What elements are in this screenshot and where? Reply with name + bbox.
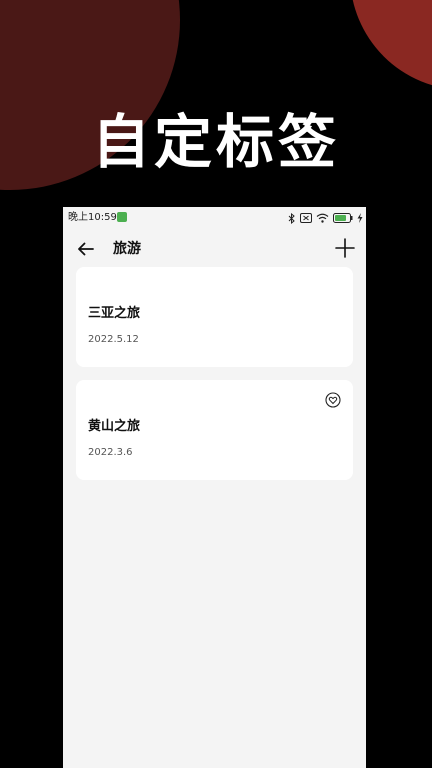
navigation-bar: 旅游 [63, 229, 366, 269]
add-plus-icon[interactable] [334, 237, 356, 259]
list-item[interactable]: 黄山之旅 2022.3.6 [76, 380, 353, 480]
promo-headline: 自定标签 [91, 108, 340, 176]
page-title: 旅游 [113, 241, 141, 257]
heart-icon[interactable] [325, 392, 341, 408]
phone-screen: 晚上10:59 旅游 三亚之旅 2022.5.12 黄山之旅 2022.3.6 [63, 207, 366, 768]
card-date: 2022.3.6 [88, 447, 133, 458]
card-date: 2022.5.12 [88, 334, 139, 345]
status-icons [288, 211, 363, 225]
app-notification-icon [117, 212, 127, 222]
promo-page: 自定标签 晚上10:59 旅游 三亚之旅 2022.5.12 黄山之旅 2022… [0, 0, 432, 768]
charging-icon [357, 213, 363, 223]
battery-icon [333, 213, 353, 223]
card-title: 黄山之旅 [88, 419, 141, 434]
bluetooth-icon [288, 212, 295, 224]
list-item[interactable]: 三亚之旅 2022.5.12 [76, 267, 353, 367]
sim-icon [300, 213, 312, 223]
back-arrow-icon[interactable] [75, 239, 97, 259]
status-time: 晚上10:59 [68, 212, 117, 223]
wifi-icon [316, 213, 329, 223]
decorative-circle-right [350, 0, 432, 90]
card-title: 三亚之旅 [88, 306, 141, 321]
status-bar: 晚上10:59 [63, 207, 366, 229]
